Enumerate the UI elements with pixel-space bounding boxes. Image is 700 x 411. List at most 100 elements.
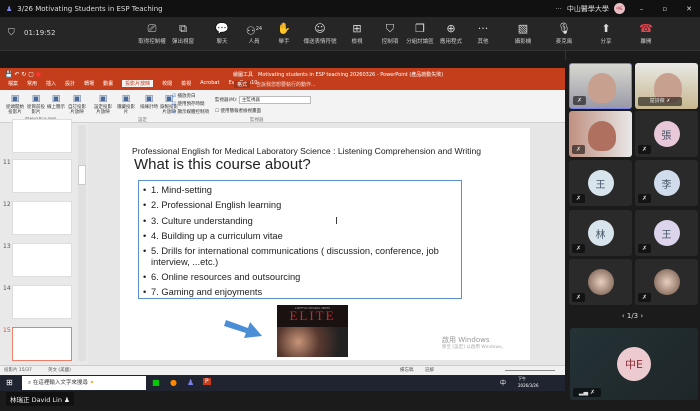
ribbon-button[interactable]: ▣ 線上簡示 [45,93,67,110]
ime-indicator[interactable]: 中 [500,378,506,387]
participant-tile[interactable]: 王 ✗ [569,160,632,206]
participant-tile[interactable]: ✗ [569,63,632,109]
participant-tile[interactable]: ✗ [635,259,698,305]
button-label: 分組討論區 [406,39,434,45]
ribbon-tab[interactable]: 檢視 [181,80,191,87]
ribbon-button[interactable]: ▣ 從目前投影片 [25,93,47,115]
ribbon-button[interactable]: ▣ 排練計時 [138,93,160,110]
slideshow-icon: ▣ [51,94,61,104]
clock[interactable]: 下午 [518,376,526,382]
more-button[interactable]: ··· 其他 [463,21,503,45]
bullet-item: 5. Drills for international communicatio… [143,246,457,268]
zoom-slider[interactable] [505,370,555,371]
button-label: 離開 [640,39,652,45]
avatar: 李 [653,170,680,196]
thumbnail-scrollbar[interactable] [78,125,86,361]
pop-out-icon: ⧉ [179,22,187,35]
slide-thumbnail[interactable] [12,327,72,361]
windows-start-icon[interactable]: ⊞ [6,378,13,387]
participant-tile[interactable]: 林 ✗ [569,210,632,256]
close-button[interactable]: ✕ [686,5,692,13]
next-page-button[interactable]: › [638,312,643,320]
mic-off-icon: ✗ [638,244,651,253]
raise-hand-button[interactable]: ✋ 舉手 [264,21,304,45]
maximize-button[interactable]: ▫ [662,5,667,13]
ribbon-tab[interactable]: 檔案 [8,80,18,87]
slide-number: 13 [3,243,11,250]
ribbon-tab[interactable]: 校閱 [162,80,172,87]
ribbon-tab[interactable]: 設計 [65,80,75,87]
tell-me-search[interactable]: 告訴我您想要執行的動作... [256,81,316,88]
participant-tile[interactable]: 王 ✗ [635,210,698,256]
ribbon-tab[interactable]: 投影片放映 [122,80,154,87]
participant-tile[interactable]: 張 ✗ [635,111,698,157]
self-video-tile[interactable]: 中E ▂▄ ✗ [570,328,698,400]
participant-tile[interactable]: 楚詩薇 ✗ [635,63,698,109]
slideshow-icon: ▣ [144,94,154,104]
taskbar-search[interactable]: ⌕ 在這裡輸入文字來搜尋 ✦ [22,376,146,390]
avatar[interactable]: 中E [613,3,625,14]
participant-photo [653,269,680,295]
ribbon-checkbox[interactable]: ☑ 使用預存時間 [172,101,209,109]
more-button[interactable]: ··· [555,5,562,13]
elite-poster-image[interactable]: A NETFLIX ORIGINAL SERIES ELITE [277,305,348,357]
participant-photo [587,269,614,295]
signal-mic-off-icon: ▂▄ ✗ [573,388,601,397]
participant-tile[interactable]: 李 ✗ [635,160,698,206]
powerpoint-icon[interactable]: P [203,378,211,385]
date[interactable]: 2026/3/26 [518,383,539,388]
ribbon-tab[interactable]: 動畫 [103,80,113,87]
apps-icon: ⊕ [446,22,456,35]
minimize-button[interactable]: – [640,5,644,13]
mic-off-button[interactable]: 🎙 麥克風 [544,21,584,45]
button-label: 分享 [600,39,612,45]
pop-out-button[interactable]: ⧉ 彈出視窗 [163,21,203,45]
ribbon-button[interactable]: ▣ 設定投影片放映 [92,93,114,115]
ribbon: ▣ 從頭開始投影片 ▣ 從目前投影片 ▣ 線上簡示 ▣ 自訂投影片放映 ▣ 設定投影片放映 ▣ 隱藏投… [0,90,565,123]
slideshow-icon: ▣ [121,94,131,104]
slide-thumbnails: 11 12 13 14 15 [0,119,88,365]
ribbon-button[interactable]: ▣ 隱藏投影片 [115,93,137,115]
mic-off-icon: ✗ [638,194,651,203]
notes-button[interactable]: 備忘稿 [400,367,414,373]
button-label: 聊天 [216,39,228,45]
blue-arrow-shape[interactable] [224,314,264,340]
camera-off-button[interactable]: ▧ 攝影機 [503,21,543,45]
language-indicator[interactable]: 英文 (美國) [48,367,71,373]
ribbon-tab[interactable]: 常用 [27,80,37,87]
teams-icon[interactable]: ♟ [187,378,194,387]
mic-off-icon: ✗ [572,244,585,253]
tab-format[interactable]: 格式 [234,81,251,88]
line-app-icon[interactable]: ■ [152,378,160,387]
ribbon-tab[interactable]: 轉場 [84,80,94,87]
share-button[interactable]: ⬆ 分享 [586,21,626,45]
mic-off-icon: ✗ [573,96,586,105]
slide-thumbnail[interactable] [12,285,72,319]
slide-thumbnail[interactable] [12,119,72,153]
presenter-view-checkbox[interactable]: 使用簡報者檢視畫面 [220,109,261,114]
ribbon-tab[interactable]: Acrobat [200,80,219,87]
comments-button[interactable]: 註解 [425,367,434,373]
ribbon-tab[interactable]: 插入 [46,80,56,87]
ribbon-button[interactable]: ▣ 自訂投影片放映 [66,93,88,115]
shield-icon: ⛉ [8,28,15,38]
hang-up-button[interactable]: ☎ 離開 [626,21,666,45]
ribbon-button[interactable]: ▣ 從頭開始投影片 [4,93,26,115]
breakout-icon: ❐ [415,22,425,35]
camera-off-icon: ▧ [517,22,529,35]
slide-thumbnail[interactable] [12,159,72,193]
participant-tile[interactable]: ✗ [569,259,632,305]
monitor-select[interactable]: 主監視器 [238,96,311,104]
shared-screen-powerpoint: 💾 ↶ ↻ ▢ ● 繪圖工具 Motivating students in ES… [0,68,565,375]
participant-tile[interactable]: ✗ [569,111,632,157]
ribbon-checkbox[interactable]: ☑ 播放旁白 [172,93,209,101]
firefox-icon[interactable]: ● [170,378,177,387]
slide-thumbnail[interactable] [12,243,72,277]
ribbon-checkbox[interactable]: ☑ 顯示媒體控制項 [172,109,209,117]
bullet-textbox[interactable]: 1. Mind-setting2. Professional English l… [138,180,462,301]
meeting-toolbar: ⛉ 01:19:52 ⎚ 取得控制權 ⧉ 彈出視窗 💬 聊天 ⚇24 人員 ✋ 舉手 ☺ 傳送表情符號… [0,17,700,51]
slide-canvas[interactable]: Professional English for Medical Laborat… [120,128,530,360]
emoji-button[interactable]: ☺ 傳送表情符號 [300,21,340,45]
avatar: 中E [617,347,651,381]
slide-thumbnail[interactable] [12,201,72,235]
